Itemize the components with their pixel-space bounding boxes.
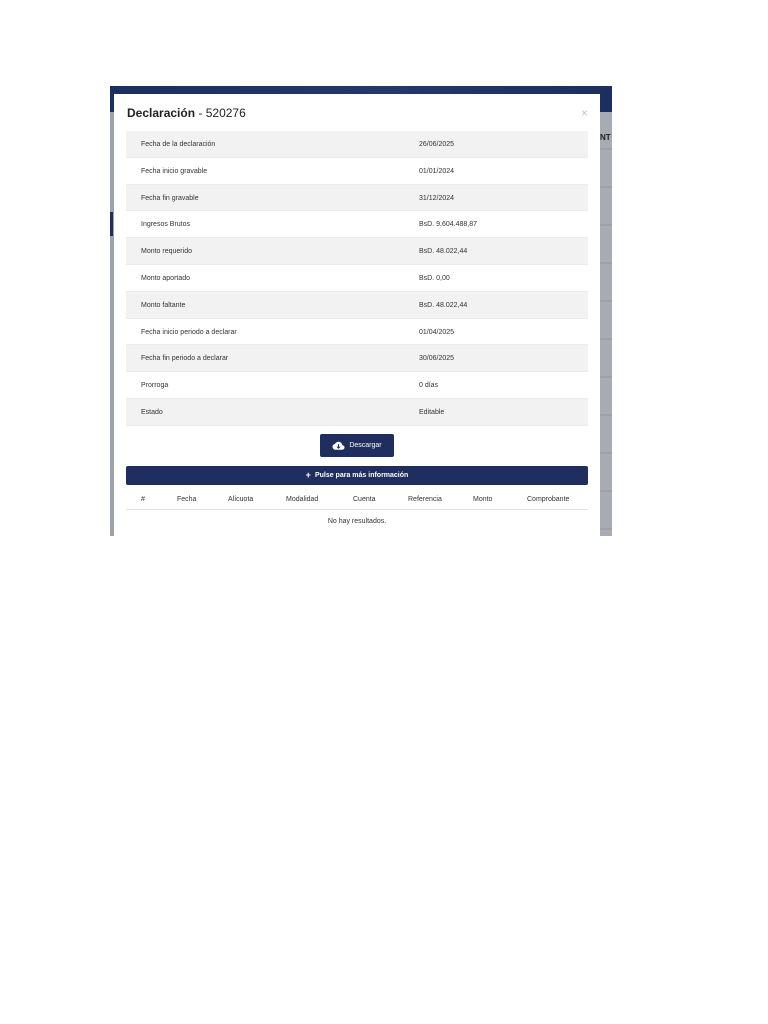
modal-title-prefix: Declaración bbox=[127, 106, 196, 120]
detail-value: 01/01/2024 bbox=[419, 167, 455, 175]
declaration-modal: Declaración - 520276 × Fecha de la decla… bbox=[114, 94, 600, 536]
modal-title: Declaración - 520276 bbox=[127, 106, 246, 120]
detail-value: 0 días bbox=[419, 382, 439, 390]
background-left-marker bbox=[110, 212, 113, 236]
detail-value: BsD. 48.022,44 bbox=[419, 248, 468, 256]
column-header-number: # bbox=[141, 496, 145, 503]
detail-row: Estado Editable bbox=[126, 398, 588, 426]
more-info-label: Pulse para más información bbox=[314, 472, 409, 479]
detail-label: Fecha de la declaración bbox=[141, 141, 216, 148]
detail-label: Monto faltante bbox=[141, 301, 186, 309]
contributions-table-header: # Fecha Alícuota Modalidad Cuenta Refere… bbox=[126, 490, 588, 510]
detail-label: Fecha fin periodo a declarar bbox=[141, 355, 229, 363]
column-header-fecha: Fecha bbox=[177, 496, 197, 503]
detail-label: Estado bbox=[141, 408, 163, 416]
background-column-text: NT bbox=[600, 133, 611, 142]
detail-value: 26/06/2025 bbox=[419, 141, 455, 148]
cloud-download-icon bbox=[332, 441, 345, 450]
column-header-cuenta: Cuenta bbox=[353, 496, 376, 503]
detail-label: Fecha fin gravable bbox=[141, 194, 199, 202]
empty-table-message: No hay resultados. bbox=[327, 518, 387, 525]
detail-label: Fecha inicio periodo a declarar bbox=[141, 328, 237, 336]
screenshot-frame: NT Declaración - 520276 × Fecha de la de… bbox=[110, 86, 612, 536]
detail-row: Fecha inicio periodo a declarar 01/04/202… bbox=[126, 319, 588, 346]
plus-icon: + bbox=[305, 470, 311, 480]
detail-label: Prorroga bbox=[141, 382, 169, 390]
detail-value: Editable bbox=[419, 408, 445, 416]
detail-label: Monto requerido bbox=[141, 248, 192, 256]
detail-row: Fecha inicio gravable 01/01/2024 bbox=[126, 158, 588, 185]
close-icon[interactable]: × bbox=[581, 107, 588, 119]
declaration-details-table: Fecha de la declaración 26/06/2025 Fecha i… bbox=[126, 131, 588, 426]
column-header-alicuota: Alícuota bbox=[228, 496, 254, 503]
detail-label: Monto aportado bbox=[141, 274, 191, 282]
detail-row: Monto aportado BsD. 0,00 bbox=[126, 265, 588, 292]
detail-value: 30/06/2025 bbox=[419, 355, 455, 363]
modal-header: Declaración - 520276 × bbox=[114, 94, 600, 134]
detail-value: BsD. 0,00 bbox=[419, 274, 450, 282]
detail-value: 31/12/2024 bbox=[419, 194, 455, 202]
detail-value: BsD. 48.022,44 bbox=[419, 301, 468, 309]
detail-row: Fecha de la declaración 26/06/2025 bbox=[126, 131, 588, 158]
column-header-referencia: Referencia bbox=[408, 496, 442, 503]
detail-label: Ingresos Brutos bbox=[141, 221, 191, 229]
detail-label: Fecha inicio gravable bbox=[141, 167, 208, 175]
detail-row: Fecha fin periodo a declarar 30/06/2025 bbox=[126, 345, 588, 373]
download-button[interactable]: Descargar bbox=[320, 434, 394, 457]
detail-row: Ingresos Brutos BsD. 9.604.488,87 bbox=[126, 211, 588, 239]
download-button-label: Descargar bbox=[349, 442, 382, 449]
modal-title-separator: - bbox=[195, 106, 206, 120]
background-table-edge bbox=[600, 112, 612, 536]
detail-row: Prorroga 0 días bbox=[126, 372, 588, 399]
column-header-monto: Monto bbox=[473, 496, 493, 503]
detail-value: 01/04/2025 bbox=[419, 328, 455, 336]
detail-row: Monto requerido BsD. 48.022,44 bbox=[126, 238, 588, 265]
more-info-button[interactable]: + Pulse para más información bbox=[126, 466, 588, 485]
modal-title-number: 520276 bbox=[205, 106, 246, 120]
detail-value: BsD. 9.604.488,87 bbox=[419, 221, 477, 229]
detail-row: Fecha fin gravable 31/12/2024 bbox=[126, 184, 588, 212]
detail-row: Monto faltante BsD. 48.022,44 bbox=[126, 291, 588, 319]
column-header-comprobante: Comprobante bbox=[527, 496, 570, 503]
column-header-modalidad: Modalidad bbox=[286, 496, 319, 503]
